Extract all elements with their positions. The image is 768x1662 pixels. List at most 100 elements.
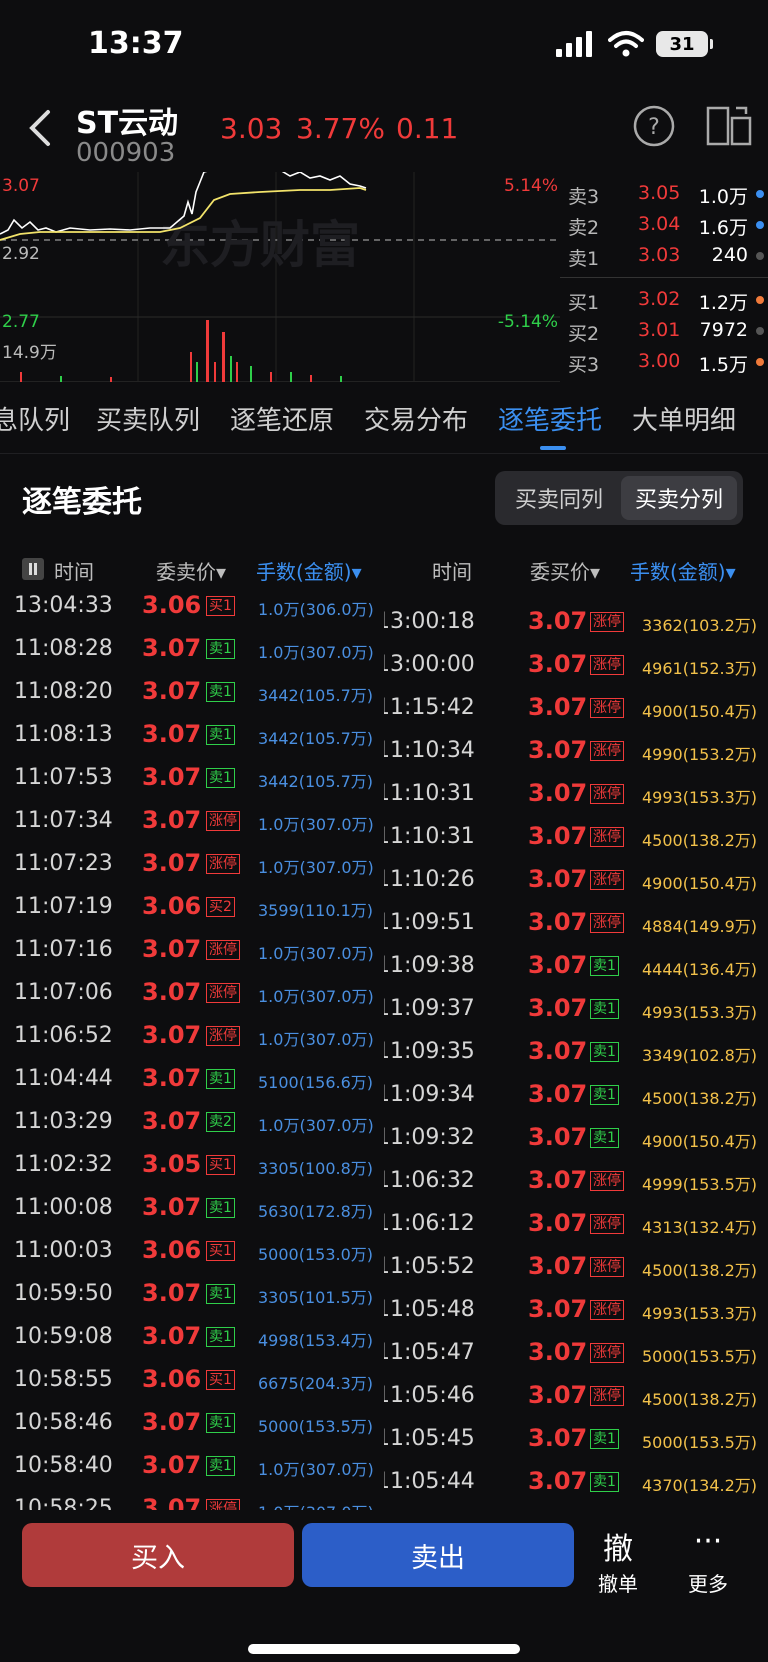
order-tag-badge: 涨停 xyxy=(590,913,624,933)
order-time: 11:10:31 xyxy=(384,781,475,806)
tab-tick-orders[interactable]: 逐笔委托 xyxy=(498,400,602,437)
stock-code: 000903 xyxy=(76,138,176,168)
order-amount: 3305(100.8万) xyxy=(258,1159,374,1178)
right-col-amount[interactable]: 手数(金额)▾ xyxy=(630,556,736,585)
order-row[interactable]: 11:06:52 3.07 涨停 1.0万(307.0万) xyxy=(0,1015,384,1058)
order-row[interactable]: 11:00:08 3.07 卖1 5630(172.8万) xyxy=(0,1187,384,1230)
tab-trade-distribution[interactable]: 交易分布 xyxy=(364,400,468,437)
order-row[interactable]: 13:04:33 3.06 买1 1.0万(306.0万) xyxy=(0,585,384,628)
order-price: 3.07 xyxy=(528,908,588,936)
order-row[interactable]: 11:03:29 3.07 卖2 1.0万(307.0万) xyxy=(0,1101,384,1144)
order-tag-badge: 卖1 xyxy=(206,1413,235,1433)
order-row[interactable]: 11:05:52 3.07 涨停 4500(138.2万) xyxy=(384,1246,768,1289)
order-row[interactable]: 11:09:38 3.07 卖1 4444(136.4万) xyxy=(384,945,768,988)
order-row[interactable]: 11:10:31 3.07 涨停 4500(138.2万) xyxy=(384,816,768,859)
order-row[interactable]: 11:05:48 3.07 涨停 4993(153.3万) xyxy=(384,1289,768,1332)
intraday-chart[interactable]: 东方财富 3.07 5.14% 2.92 2.77 -5.14% 14.9万 xyxy=(0,172,560,382)
tab-tick-restore[interactable]: 逐笔还原 xyxy=(230,400,334,437)
order-tag-badge: 卖1 xyxy=(590,1128,619,1148)
battery-icon: 31 xyxy=(656,31,713,57)
order-row[interactable]: 10:58:25 3.07 涨停 1.0万(307.0万) xyxy=(0,1488,384,1510)
help-icon[interactable]: ? xyxy=(632,104,676,148)
tab-info-queue[interactable]: 息队列 xyxy=(0,400,70,437)
order-row[interactable]: 11:06:12 3.07 涨停 4313(132.4万) xyxy=(384,1203,768,1246)
order-row[interactable]: 10:58:40 3.07 卖1 1.0万(307.0万) xyxy=(0,1445,384,1488)
order-row[interactable]: 10:59:50 3.07 卖1 3305(101.5万) xyxy=(0,1273,384,1316)
more-button[interactable]: ··· 更多 xyxy=(668,1524,748,1597)
order-row[interactable]: 13:00:00 3.07 涨停 4961(152.3万) xyxy=(384,644,768,687)
order-tag-badge: 涨停 xyxy=(206,983,240,1003)
order-book-divider xyxy=(560,277,768,278)
order-row[interactable]: 11:00:03 3.06 买1 5000(153.0万) xyxy=(0,1230,384,1273)
order-row[interactable]: 11:08:13 3.07 卖1 3442(105.7万) xyxy=(0,714,384,757)
order-price: 3.07 xyxy=(142,1021,202,1049)
order-time: 11:08:20 xyxy=(14,679,113,704)
order-tag-badge: 卖1 xyxy=(590,1472,619,1492)
order-price: 3.07 xyxy=(142,1494,202,1510)
order-row[interactable]: 11:07:19 3.06 买2 3599(110.1万) xyxy=(0,886,384,929)
order-row[interactable]: 11:09:34 3.07 卖1 4500(138.2万) xyxy=(384,1074,768,1117)
order-tag-badge: 涨停 xyxy=(590,741,624,761)
order-row[interactable]: 11:05:46 3.07 涨停 4500(138.2万) xyxy=(384,1375,768,1418)
status-bar: 13:37 31 xyxy=(0,0,768,92)
order-row[interactable]: 11:07:23 3.07 涨停 1.0万(307.0万) xyxy=(0,843,384,886)
order-tag-badge: 涨停 xyxy=(590,870,624,890)
sell-button[interactable]: 卖出 xyxy=(302,1523,574,1587)
order-amount: 3305(101.5万) xyxy=(258,1288,374,1307)
seg-same-column[interactable]: 买卖同列 xyxy=(501,476,617,520)
order-price: 3.07 xyxy=(528,1295,588,1323)
status-icons: 31 xyxy=(556,30,713,58)
buy-order-list[interactable]: 13:00:18 3.07 涨停 3362(103.2万) 13:00:00 3.07 涨停… xyxy=(384,585,768,1510)
order-row[interactable]: 11:05:44 3.07 卖1 4370(134.2万) xyxy=(384,1461,768,1504)
home-indicator xyxy=(248,1644,520,1654)
order-row[interactable]: 11:07:34 3.07 涨停 1.0万(307.0万) xyxy=(0,800,384,843)
landscape-switch-icon[interactable] xyxy=(706,104,752,148)
order-amount: 1.0万(307.0万) xyxy=(258,815,374,834)
order-time: 10:58:40 xyxy=(14,1453,113,1478)
seg-split-column[interactable]: 买卖分列 xyxy=(621,476,737,520)
order-time: 10:58:25 xyxy=(14,1496,113,1510)
order-row[interactable]: 10:59:08 3.07 卖1 4998(153.4万) xyxy=(0,1316,384,1359)
order-time: 11:06:12 xyxy=(384,1211,475,1236)
order-time: 11:07:23 xyxy=(14,851,113,876)
order-row[interactable]: 13:00:18 3.07 涨停 3362(103.2万) xyxy=(384,601,768,644)
cancel-order-button[interactable]: 撤 撤单 xyxy=(578,1524,658,1597)
order-row[interactable]: 11:04:44 3.07 卖1 5100(156.6万) xyxy=(0,1058,384,1101)
order-row[interactable]: 11:10:26 3.07 涨停 4900(150.4万) xyxy=(384,859,768,902)
order-row[interactable]: 11:10:31 3.07 涨停 4993(153.3万) xyxy=(384,773,768,816)
order-row[interactable]: 11:15:42 3.07 涨停 4900(150.4万) xyxy=(384,687,768,730)
order-row[interactable]: 11:09:35 3.07 卖1 3349(102.8万) xyxy=(384,1031,768,1074)
order-row[interactable]: 11:09:37 3.07 卖1 4993(153.3万) xyxy=(384,988,768,1031)
order-price: 3.07 xyxy=(528,607,588,635)
tab-order-queue[interactable]: 买卖队列 xyxy=(96,400,200,437)
order-row[interactable]: 11:07:06 3.07 涨停 1.0万(307.0万) xyxy=(0,972,384,1015)
left-col-price[interactable]: 委卖价▾ xyxy=(156,556,226,585)
order-row[interactable]: 11:10:34 3.07 涨停 4990(153.2万) xyxy=(384,730,768,773)
order-row[interactable]: 10:58:55 3.06 买1 6675(204.3万) xyxy=(0,1359,384,1402)
stock-name: ST云动 xyxy=(76,106,179,141)
volume-bars xyxy=(20,320,342,382)
order-row[interactable]: 11:07:16 3.07 涨停 1.0万(307.0万) xyxy=(0,929,384,972)
right-col-price[interactable]: 委买价▾ xyxy=(530,556,600,585)
order-row[interactable]: 11:07:53 3.07 卖1 3442(105.7万) xyxy=(0,757,384,800)
sell-order-list[interactable]: 13:04:33 3.06 买1 1.0万(306.0万) 11:08:28 3.07 卖1… xyxy=(0,585,384,1510)
order-row[interactable]: 10:58:46 3.07 卖1 5000(153.5万) xyxy=(0,1402,384,1445)
tab-large-orders[interactable]: 大单明细 xyxy=(632,400,736,437)
order-time: 11:08:28 xyxy=(14,636,113,661)
order-tag-badge: 卖1 xyxy=(206,1327,235,1347)
order-row[interactable]: 11:05:45 3.07 卖1 5000(153.5万) xyxy=(384,1418,768,1461)
pct-high-label: 5.14% xyxy=(503,176,558,196)
order-row[interactable]: 11:08:28 3.07 卖1 1.0万(307.0万) xyxy=(0,628,384,671)
order-row[interactable]: 11:09:51 3.07 涨停 4884(149.9万) xyxy=(384,902,768,945)
stock-price: 3.03 xyxy=(220,112,283,145)
back-icon[interactable] xyxy=(20,106,60,150)
order-row[interactable]: 11:09:32 3.07 卖1 4900(150.4万) xyxy=(384,1117,768,1160)
order-row[interactable]: 11:02:32 3.05 买1 3305(100.8万) xyxy=(0,1144,384,1187)
order-row[interactable]: 11:05:47 3.07 涨停 5000(153.5万) xyxy=(384,1332,768,1375)
order-time: 11:07:06 xyxy=(14,980,113,1005)
order-row[interactable]: 11:06:32 3.07 涨停 4999(153.5万) xyxy=(384,1160,768,1203)
pause-icon[interactable] xyxy=(22,558,44,580)
order-row[interactable]: 11:08:20 3.07 卖1 3442(105.7万) xyxy=(0,671,384,714)
buy-button[interactable]: 买入 xyxy=(22,1523,294,1587)
left-col-amount[interactable]: 手数(金额)▾ xyxy=(256,556,362,585)
